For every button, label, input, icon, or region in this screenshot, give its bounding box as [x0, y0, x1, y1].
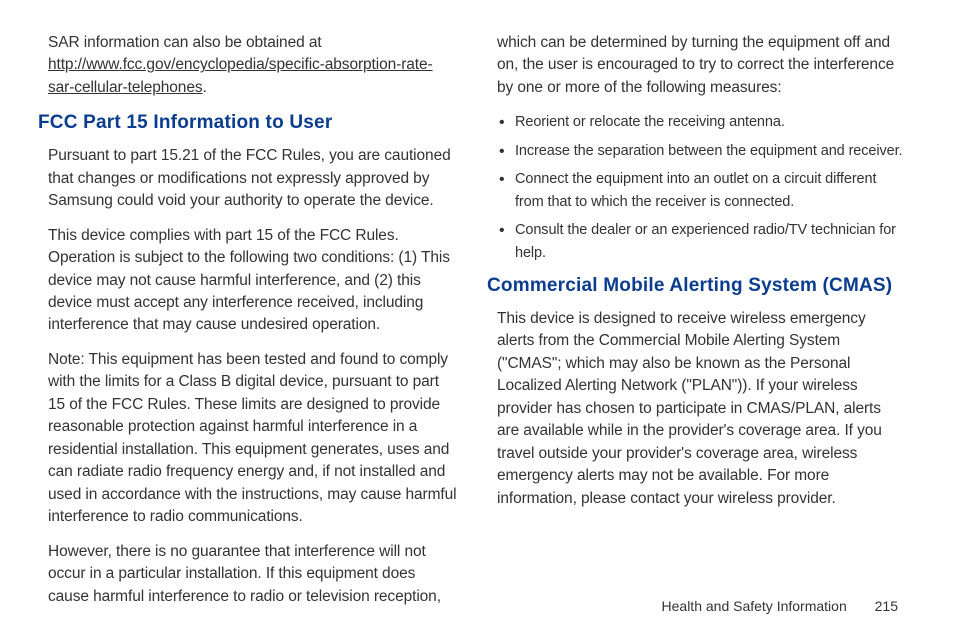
- sar-intro-suffix: .: [203, 79, 207, 96]
- cmas-paragraph: This device is designed to receive wirel…: [497, 308, 906, 510]
- sar-intro-text: SAR information can also be obtained at: [48, 34, 322, 51]
- fcc-para-2: This device complies with part 15 of the…: [48, 225, 457, 337]
- list-item: Consult the dealer or an experienced rad…: [497, 219, 906, 264]
- sar-intro-paragraph: SAR information can also be obtained at …: [48, 32, 457, 99]
- page-footer: Health and Safety Information 215: [662, 598, 898, 614]
- page-number: 215: [875, 598, 898, 614]
- cmas-heading: Commercial Mobile Alerting System (CMAS): [487, 274, 906, 298]
- page-content: SAR information can also be obtained at …: [0, 0, 954, 640]
- list-item: Increase the separation between the equi…: [497, 140, 906, 162]
- left-column: SAR information can also be obtained at …: [48, 32, 457, 620]
- list-item: Reorient or relocate the receiving anten…: [497, 111, 906, 133]
- footer-section-label: Health and Safety Information: [662, 598, 847, 614]
- fcc-part15-heading: FCC Part 15 Information to User: [38, 111, 457, 135]
- right-column: which can be determined by turning the e…: [497, 32, 906, 620]
- fcc-para-1: Pursuant to part 15.21 of the FCC Rules,…: [48, 145, 457, 212]
- fcc-sar-link[interactable]: http://www.fcc.gov/encyclopedia/specific…: [48, 56, 433, 95]
- continuation-paragraph: which can be determined by turning the e…: [497, 32, 906, 99]
- list-item: Connect the equipment into an outlet on …: [497, 168, 906, 213]
- interference-measures-list: Reorient or relocate the receiving anten…: [497, 111, 906, 264]
- fcc-para-3: Note: This equipment has been tested and…: [48, 349, 457, 529]
- fcc-para-4: However, there is no guarantee that inte…: [48, 541, 457, 608]
